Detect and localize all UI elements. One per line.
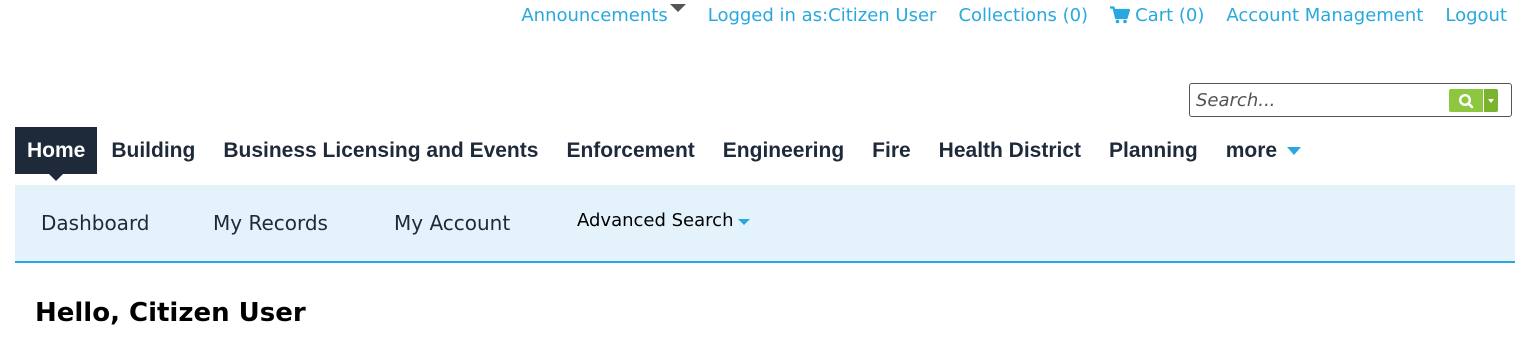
collections-link[interactable]: Collections (0) (958, 5, 1088, 26)
subnav-item-my-account[interactable]: My Account (394, 211, 510, 235)
logged-in-label: Logged in as:Citizen User (707, 4, 937, 26)
nav-item-label: Fire (872, 138, 911, 162)
subnav-item-label: Dashboard (41, 211, 150, 235)
collections-label: Collections (0) (958, 4, 1089, 26)
nav-item-engineering[interactable]: Engineering (709, 127, 858, 174)
nav-item-fire[interactable]: Fire (858, 127, 925, 174)
caret-down-icon (669, 4, 686, 12)
cart-link[interactable]: Cart (0) (1110, 5, 1204, 26)
nav-item-label: Planning (1109, 138, 1198, 162)
announcements-label: Announcements (521, 4, 668, 26)
subnav-item-label: Advanced Search (577, 210, 734, 231)
nav-item-building[interactable]: Building (97, 127, 209, 174)
account-management-label: Account Management (1226, 4, 1424, 26)
chevron-down-icon (1488, 98, 1494, 103)
caret-down-icon (1287, 146, 1302, 155)
cart-label: Cart (0) (1135, 4, 1205, 26)
sub-nav: Dashboard My Records My Account Advanced… (15, 185, 1515, 263)
search-button[interactable] (1449, 89, 1483, 112)
nav-item-label: Health District (938, 138, 1082, 162)
subnav-item-advanced-search[interactable]: Advanced Search (577, 210, 751, 231)
logged-in-user-link[interactable]: Logged in as:Citizen User (708, 5, 937, 26)
subnav-item-label: My Records (213, 211, 328, 235)
logout-label: Logout (1445, 4, 1507, 26)
caret-down-icon (738, 218, 751, 225)
nav-item-health-district[interactable]: Health District (925, 127, 1095, 174)
subnav-item-my-records[interactable]: My Records (213, 211, 328, 235)
search-icon (1458, 93, 1474, 108)
announcements-link[interactable]: Announcements (521, 4, 686, 26)
search-options-dropdown[interactable] (1484, 89, 1498, 112)
nav-item-label: Building (111, 138, 196, 162)
nav-item-label: more (1225, 138, 1278, 162)
nav-item-business-licensing[interactable]: Business Licensing and Events (209, 127, 552, 174)
nav-item-label: Business Licensing and Events (223, 138, 539, 162)
nav-item-label: Home (27, 138, 86, 162)
search-input[interactable] (1196, 88, 1441, 112)
nav-item-home[interactable]: Home (15, 127, 98, 181)
main-nav: Home Building Business Licensing and Eve… (15, 127, 1315, 181)
account-management-link[interactable]: Account Management (1226, 5, 1423, 26)
cart-icon (1110, 6, 1131, 24)
nav-item-enforcement[interactable]: Enforcement (552, 127, 708, 174)
nav-item-label: Enforcement (566, 138, 695, 162)
search-box (1189, 83, 1512, 117)
page: Announcements Logged in as:Citizen User … (0, 0, 1527, 340)
nav-item-planning[interactable]: Planning (1095, 127, 1212, 174)
subnav-item-label: My Account (394, 211, 511, 235)
subnav-item-dashboard[interactable]: Dashboard (41, 211, 150, 235)
top-utility-bar: Announcements Logged in as:Citizen User … (521, 2, 1507, 28)
page-title: Hello, Citizen User (35, 298, 306, 328)
nav-item-more[interactable]: more (1212, 127, 1315, 174)
logout-link[interactable]: Logout (1445, 5, 1507, 26)
nav-item-label: Engineering (722, 138, 845, 162)
